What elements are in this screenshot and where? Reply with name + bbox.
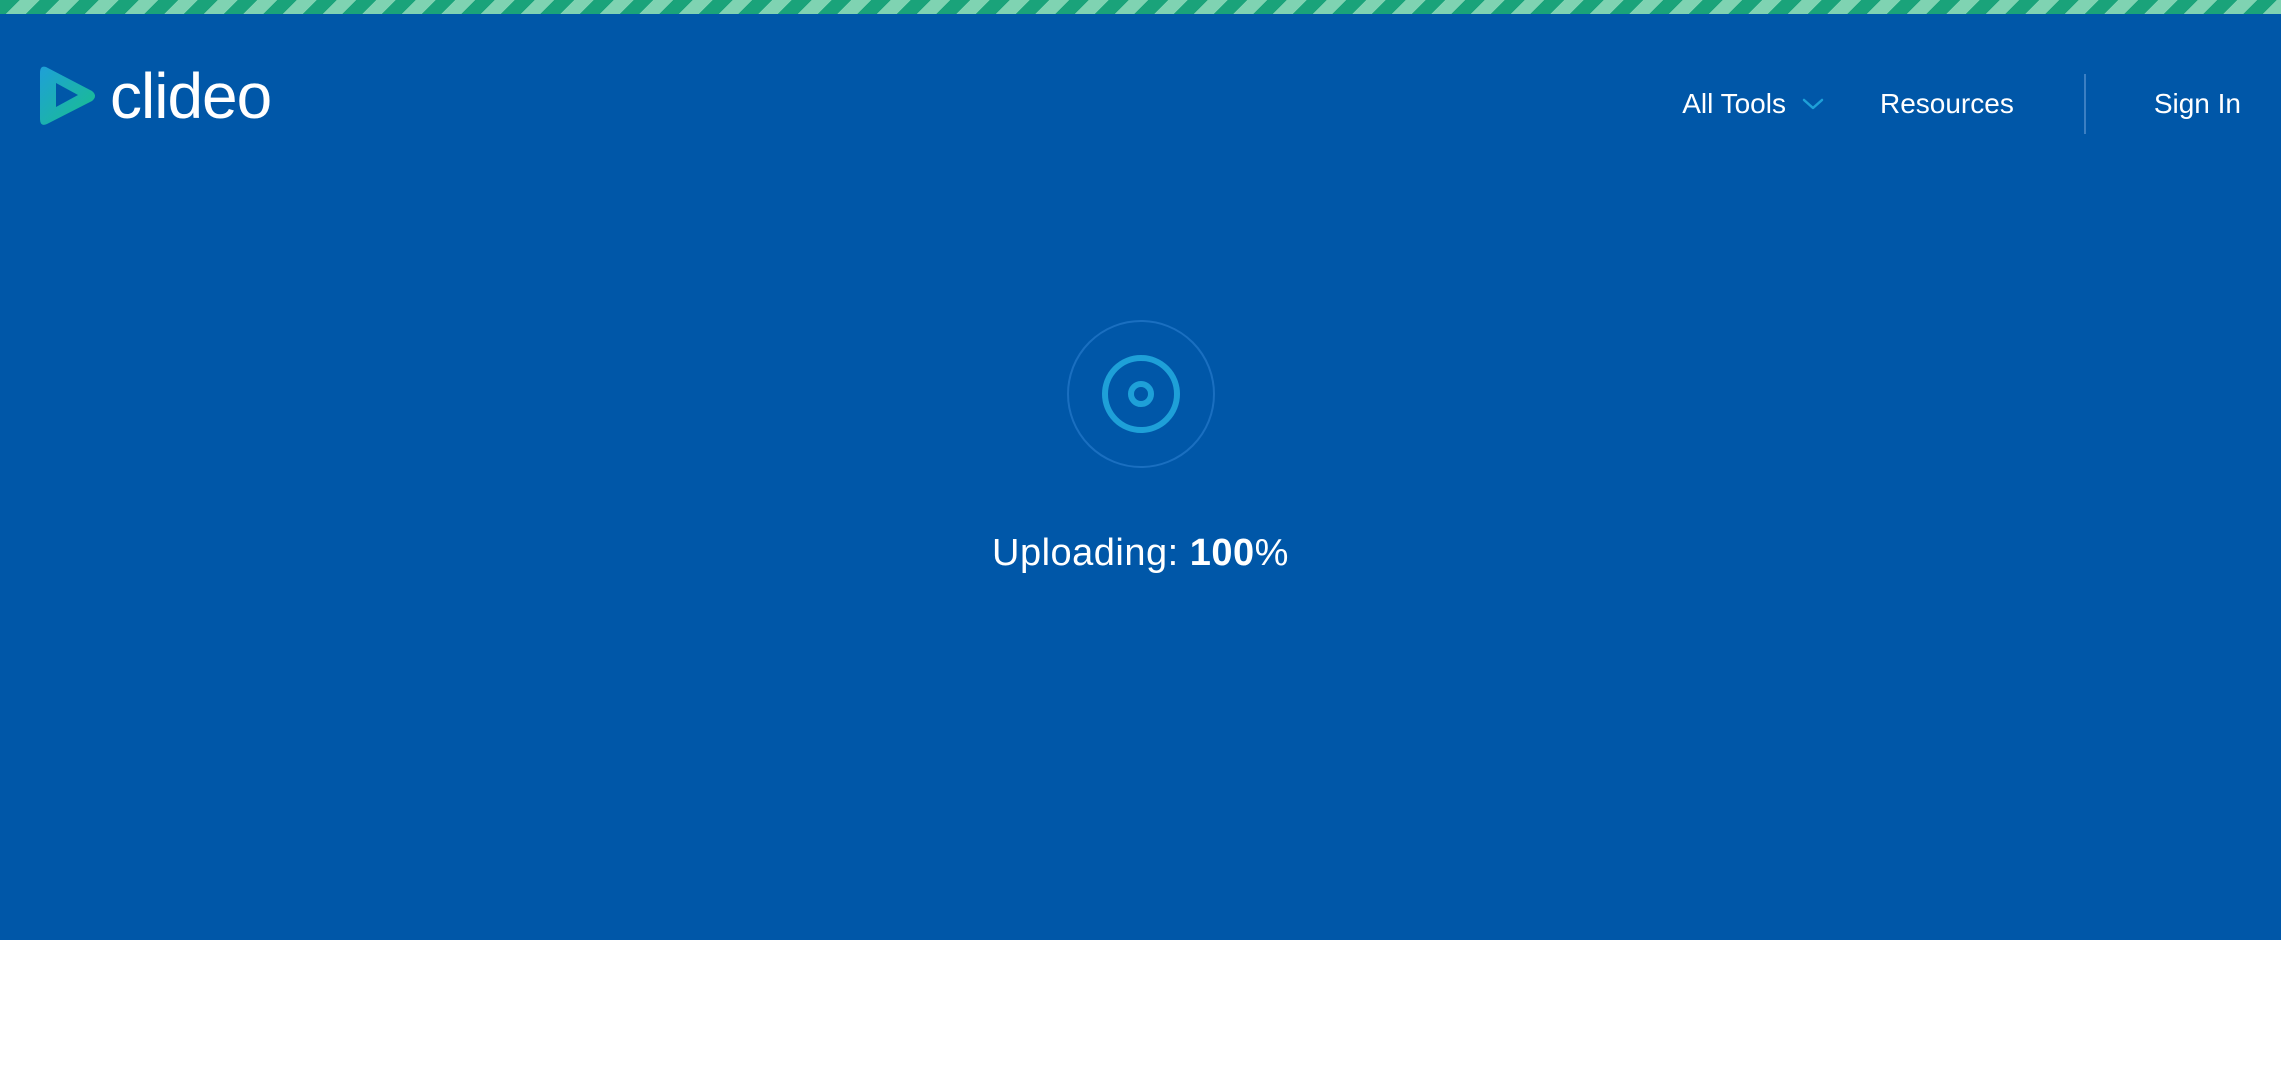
resources-link[interactable]: Resources [1880,88,2014,120]
top-progress-stripe [0,0,2281,14]
nav-divider [2083,74,2086,134]
logo-wordmark: clideo [110,60,272,132]
chevron-down-icon [1802,98,1824,110]
upload-progress-unit: % [1254,532,1289,574]
upload-status-text: Uploading: 100% [0,532,2281,575]
upload-progress-value: 100 [1189,532,1255,574]
top-navigation: All Tools Resources Sign In [1682,74,2241,134]
hero-section: clideo All Tools Resources Sign In Uploa… [0,14,2281,940]
upload-spinner-icon [1067,320,1215,468]
sign-in-link[interactable]: Sign In [2154,88,2241,120]
resources-label: Resources [1879,88,2014,119]
upload-status-label: Uploading: [992,532,1190,574]
all-tools-menu[interactable]: All Tools [1682,88,1824,120]
sign-in-label: Sign In [2153,88,2241,119]
clideo-logo[interactable]: clideo [40,60,272,132]
all-tools-label: All Tools [1682,88,1786,119]
play-triangle-logo-icon [40,66,95,125]
